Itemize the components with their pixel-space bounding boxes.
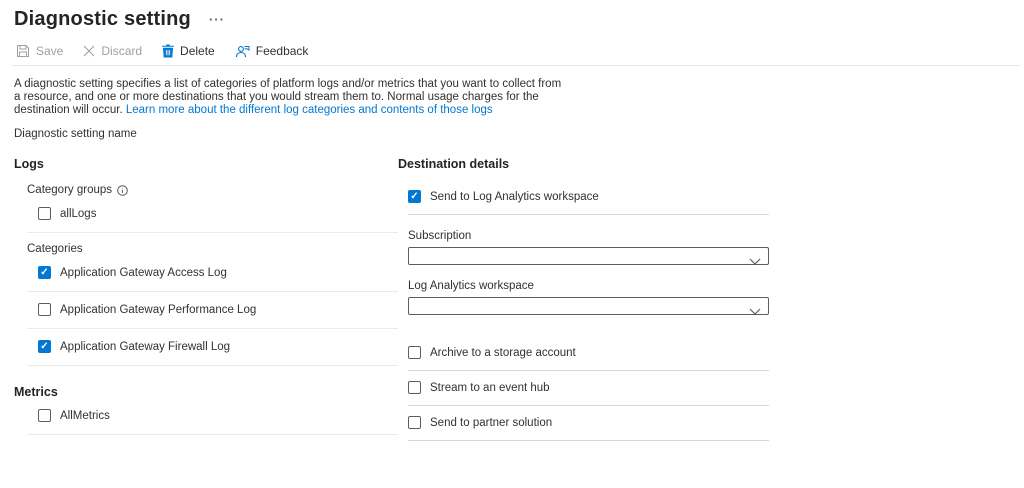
access-log-label[interactable]: Application Gateway Access Log xyxy=(60,267,227,279)
divider xyxy=(27,434,398,435)
archive-storage-checkbox[interactable] xyxy=(408,346,421,359)
category-row: Application Gateway Firewall Log xyxy=(38,329,398,365)
delete-button[interactable]: Delete xyxy=(162,44,215,58)
send-to-law-row: Send to Log Analytics workspace xyxy=(408,190,769,203)
page-title: Diagnostic setting xyxy=(14,8,191,31)
feedback-label: Feedback xyxy=(256,44,309,58)
category-row: Application Gateway Performance Log xyxy=(38,292,398,328)
alllogs-label[interactable]: allLogs xyxy=(60,208,96,220)
divider xyxy=(408,214,769,215)
archive-storage-label[interactable]: Archive to a storage account xyxy=(430,347,576,359)
event-hub-row: Stream to an event hub xyxy=(408,371,769,405)
feedback-icon xyxy=(235,45,250,58)
page-header: Diagnostic setting ··· xyxy=(0,0,1024,31)
categories-label: Categories xyxy=(27,243,398,255)
firewall-log-checkbox[interactable] xyxy=(38,340,51,353)
divider xyxy=(408,440,769,441)
send-to-law-checkbox[interactable] xyxy=(408,190,421,203)
save-label: Save xyxy=(36,44,63,58)
partner-solution-row: Send to partner solution xyxy=(408,406,769,440)
delete-label: Delete xyxy=(180,44,215,58)
alllogs-row: allLogs xyxy=(38,207,398,220)
logs-heading: Logs xyxy=(14,157,398,171)
alllogs-checkbox[interactable] xyxy=(38,207,51,220)
category-groups-label: Category groups xyxy=(27,184,112,196)
allmetrics-label[interactable]: AllMetrics xyxy=(60,410,110,422)
subscription-dropdown[interactable] xyxy=(408,247,769,265)
divider xyxy=(27,365,398,366)
discard-icon xyxy=(83,45,95,57)
discard-label: Discard xyxy=(101,44,142,58)
save-icon xyxy=(16,44,30,58)
learn-more-link[interactable]: Learn more about the different log categ… xyxy=(126,104,493,116)
firewall-log-label[interactable]: Application Gateway Firewall Log xyxy=(60,341,230,353)
send-to-law-label[interactable]: Send to Log Analytics workspace xyxy=(430,191,599,203)
subscription-label: Subscription xyxy=(408,230,769,242)
destination-heading: Destination details xyxy=(398,157,769,171)
divider xyxy=(27,232,398,233)
content-columns: Logs Category groups allLogs Categories … xyxy=(0,157,1024,441)
allmetrics-row: AllMetrics xyxy=(38,409,398,422)
performance-log-label[interactable]: Application Gateway Performance Log xyxy=(60,304,256,316)
allmetrics-checkbox[interactable] xyxy=(38,409,51,422)
chevron-down-icon xyxy=(749,304,761,315)
event-hub-checkbox[interactable] xyxy=(408,381,421,394)
category-groups-label-row: Category groups xyxy=(27,184,398,196)
description-text: A diagnostic setting specifies a list of… xyxy=(14,78,562,117)
info-icon[interactable] xyxy=(117,185,128,196)
access-log-checkbox[interactable] xyxy=(38,266,51,279)
discard-button[interactable]: Discard xyxy=(83,44,142,58)
workspace-dropdown[interactable] xyxy=(408,297,769,315)
diagnostic-setting-name-label: Diagnostic setting name xyxy=(14,128,1024,140)
metrics-heading: Metrics xyxy=(14,385,398,399)
more-menu-button[interactable]: ··· xyxy=(209,12,225,27)
chevron-down-icon xyxy=(749,254,761,265)
partner-solution-checkbox[interactable] xyxy=(408,416,421,429)
archive-storage-row: Archive to a storage account xyxy=(408,336,769,370)
save-button[interactable]: Save xyxy=(16,44,63,58)
event-hub-label[interactable]: Stream to an event hub xyxy=(430,382,550,394)
workspace-label: Log Analytics workspace xyxy=(408,280,769,292)
command-bar: Save Discard Delete Feedback xyxy=(12,44,1020,66)
category-row: Application Gateway Access Log xyxy=(38,255,398,291)
feedback-button[interactable]: Feedback xyxy=(235,44,309,58)
trash-icon xyxy=(162,44,174,58)
destination-column: Destination details Send to Log Analytic… xyxy=(398,157,769,441)
partner-solution-label[interactable]: Send to partner solution xyxy=(430,417,552,429)
performance-log-checkbox[interactable] xyxy=(38,303,51,316)
logs-column: Logs Category groups allLogs Categories … xyxy=(14,157,398,441)
